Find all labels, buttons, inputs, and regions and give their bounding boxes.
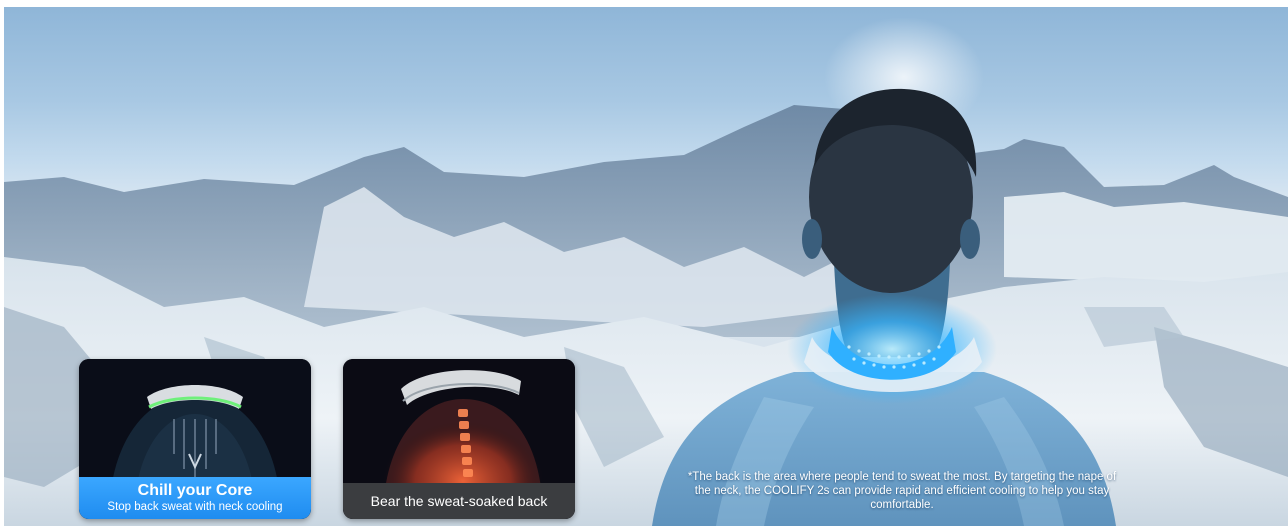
feature-card-sweat: Bear the sweat-soaked back: [343, 359, 575, 519]
card-caption: Bear the sweat-soaked back: [343, 483, 575, 519]
footnote-text: *The back is the area where people tend …: [687, 471, 1117, 511]
card-title: Chill your Core: [137, 482, 253, 499]
product-banner: Chill your Core Stop back sweat with nec…: [4, 7, 1288, 526]
card-caption: Chill your Core Stop back sweat with nec…: [79, 477, 311, 519]
feature-card-cooling: Chill your Core Stop back sweat with nec…: [79, 359, 311, 519]
card-subtitle: Stop back sweat with neck cooling: [107, 501, 283, 513]
card-label: Bear the sweat-soaked back: [370, 493, 548, 509]
